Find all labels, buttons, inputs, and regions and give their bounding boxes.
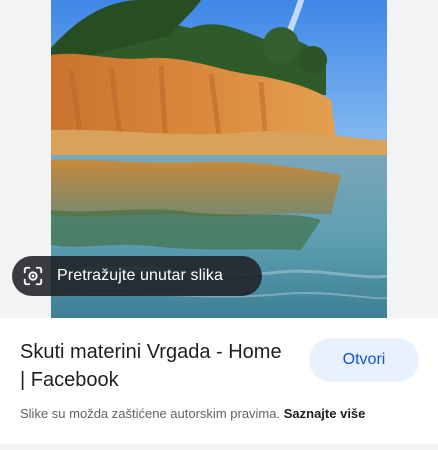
image-preview-panel: Pretražujte unutar slika	[0, 0, 438, 318]
result-title[interactable]: Skuti materini Vrgada - Home | Facebook	[20, 338, 290, 394]
result-card: Skuti materini Vrgada - Home | Facebook …	[0, 318, 438, 444]
open-button[interactable]: Otvori	[309, 338, 419, 382]
copyright-notice: Slike su možda zaštićene autorskim pravi…	[20, 406, 365, 421]
learn-more-link[interactable]: Saznajte više	[284, 406, 366, 421]
copyright-text: Slike su možda zaštićene autorskim pravi…	[20, 406, 281, 421]
bottom-divider	[0, 444, 438, 450]
search-inside-image-chip[interactable]: Pretražujte unutar slika	[12, 256, 262, 296]
search-inside-image-label: Pretražujte unutar slika	[57, 267, 224, 284]
lens-camera-icon	[21, 264, 45, 288]
